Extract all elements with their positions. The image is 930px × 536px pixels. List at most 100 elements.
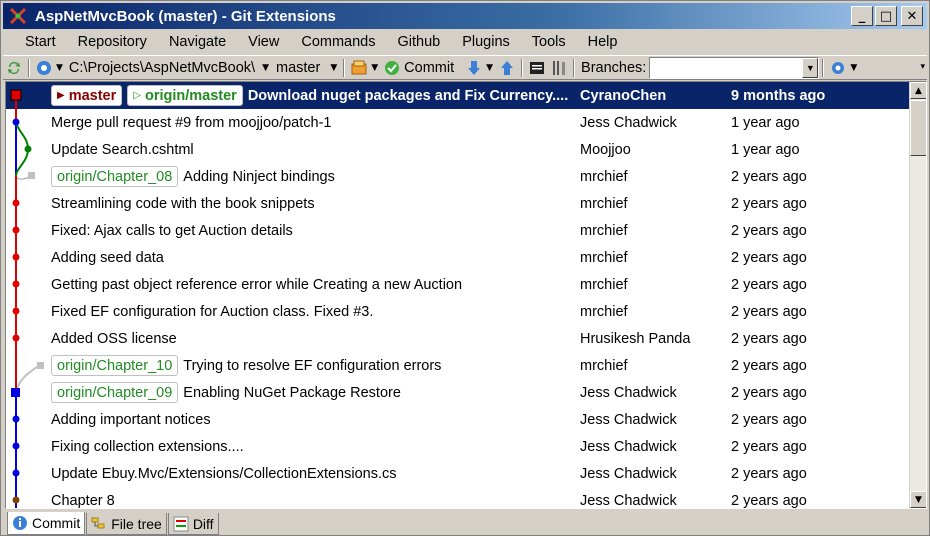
commit-author: mrchief bbox=[580, 222, 628, 239]
push-arrow-up-icon bbox=[501, 60, 514, 75]
menu-commands[interactable]: Commands bbox=[287, 34, 383, 50]
commit-row[interactable]: Getting past object reference error whil… bbox=[6, 271, 909, 298]
commit-date: 2 years ago bbox=[731, 492, 807, 509]
menu-view[interactable]: View bbox=[234, 34, 287, 50]
branch-ref-label[interactable]: ▷ origin/master bbox=[127, 85, 243, 106]
branch-ref-name: origin/Chapter_08 bbox=[57, 168, 173, 185]
commit-row[interactable]: Fixed: Ajax calls to get Auction details… bbox=[6, 217, 909, 244]
commit-date: 2 years ago bbox=[731, 411, 807, 428]
commit-row[interactable]: ▶ master ▷ origin/master Download nuget pack… bbox=[6, 82, 909, 109]
commit-date: 2 years ago bbox=[731, 195, 807, 212]
commit-row[interactable]: Chapter 8 Jess Chadwick 2 years ago bbox=[6, 487, 909, 509]
close-button[interactable]: ✕ bbox=[901, 6, 923, 26]
bottom-tabs: Commit File tree Diff bbox=[7, 512, 220, 535]
revision-grid[interactable]: ▶ master ▷ origin/master Download nuget pack… bbox=[5, 81, 927, 509]
refresh-button[interactable] bbox=[3, 57, 25, 79]
commit-message: Adding important notices bbox=[51, 411, 211, 428]
commit-message: Trying to resolve EF configuration error… bbox=[183, 357, 442, 374]
commit-message-cell: Fixed EF configuration for Auction class… bbox=[51, 298, 373, 325]
menu-github[interactable]: Github bbox=[383, 34, 448, 50]
info-icon bbox=[12, 515, 32, 531]
commit-row[interactable]: Merge pull request #9 from moojjoo/patch… bbox=[6, 109, 909, 136]
tab-commit[interactable]: Commit bbox=[7, 512, 86, 535]
vertical-scrollbar[interactable]: ▲ ▼ bbox=[909, 82, 926, 508]
commit-message: Added OSS license bbox=[51, 330, 177, 347]
repository-path[interactable]: C:\Projects\AspNetMvcBook\ bbox=[66, 57, 258, 79]
settings-tools-button[interactable] bbox=[548, 57, 570, 79]
commit-message-cell: Getting past object reference error whil… bbox=[51, 271, 462, 298]
commit-message-cell: Added OSS license bbox=[51, 325, 177, 352]
commit-message: Download nuget packages and Fix Currency… bbox=[247, 87, 569, 104]
commit-message-cell: Merge pull request #9 from moojjoo/patch… bbox=[51, 109, 331, 136]
branch-ref-name: master bbox=[68, 87, 117, 104]
commit-author: Hrusikesh Panda bbox=[580, 330, 691, 347]
commit-author: Jess Chadwick bbox=[580, 438, 677, 455]
branch-ref-label[interactable]: origin/Chapter_10 bbox=[51, 355, 179, 376]
commit-row[interactable]: Fixed EF configuration for Auction class… bbox=[6, 298, 909, 325]
commit-message-cell: Streamlining code with the book snippets bbox=[51, 190, 315, 217]
menu-help[interactable]: Help bbox=[574, 34, 626, 50]
title-bar[interactable]: AspNetMvcBook (master) - Git Extensions … bbox=[3, 3, 927, 29]
commit-date: 2 years ago bbox=[731, 357, 807, 374]
menu-tools[interactable]: Tools bbox=[518, 34, 574, 50]
menu-navigate[interactable]: Navigate bbox=[155, 34, 234, 50]
branch-selector[interactable]: master ▼ bbox=[269, 57, 340, 79]
branch-ref-name: origin/Chapter_10 bbox=[57, 357, 173, 374]
maximize-button[interactable]: □ bbox=[875, 6, 897, 26]
commit-row[interactable]: Adding important notices Jess Chadwick 2 y… bbox=[6, 406, 909, 433]
commit-row[interactable]: origin/Chapter_09 Enabling NuGet Package … bbox=[6, 379, 909, 406]
file-tree-icon bbox=[91, 516, 111, 532]
push-button[interactable] bbox=[496, 57, 518, 79]
commit-date: 2 years ago bbox=[731, 249, 807, 266]
tab-file-tree[interactable]: File tree bbox=[86, 513, 167, 535]
commit-row[interactable]: Fixing collection extensions.... Jess Cha… bbox=[6, 433, 909, 460]
pull-button[interactable]: ▼ bbox=[463, 57, 496, 79]
commit-message: Fixing collection extensions.... bbox=[51, 438, 244, 455]
minimize-button[interactable]: _ bbox=[851, 6, 873, 26]
dashboard-icon bbox=[37, 60, 51, 75]
menu-start[interactable]: Start bbox=[3, 34, 64, 50]
commit-row[interactable]: Streamlining code with the book snippets… bbox=[6, 190, 909, 217]
branches-filter-input[interactable]: ▼ bbox=[649, 56, 820, 79]
commit-date: 2 years ago bbox=[731, 168, 807, 185]
commit-row[interactable]: origin/Chapter_10 Trying to resolve EF co… bbox=[6, 352, 909, 379]
commit-author: Jess Chadwick bbox=[580, 465, 677, 482]
commit-button[interactable]: Commit bbox=[381, 57, 457, 79]
commit-label: Commit bbox=[404, 59, 455, 76]
menu-repository[interactable]: Repository bbox=[64, 34, 155, 50]
revision-filter-settings[interactable]: ▼ bbox=[827, 57, 860, 79]
branch-ref-label[interactable]: origin/Chapter_09 bbox=[51, 382, 179, 403]
scroll-down-button[interactable]: ▼ bbox=[910, 491, 926, 508]
path-dropdown-icon[interactable]: ▼ bbox=[262, 63, 269, 73]
commit-row[interactable]: Adding seed data mrchief 2 years ago bbox=[6, 244, 909, 271]
commit-message: Chapter 8 bbox=[51, 492, 115, 509]
commit-date: 2 years ago bbox=[731, 330, 807, 347]
repository-dropdown[interactable]: ▼ bbox=[33, 57, 66, 79]
scroll-thumb[interactable] bbox=[910, 100, 926, 156]
commit-row[interactable]: Added OSS license Hrusikesh Panda 2 years … bbox=[6, 325, 909, 352]
menu-plugins[interactable]: Plugins bbox=[448, 34, 518, 50]
commit-author: Jess Chadwick bbox=[580, 384, 677, 401]
tab-label: Commit bbox=[32, 515, 81, 531]
gear-icon bbox=[832, 61, 845, 74]
stash-button[interactable]: ▼ bbox=[348, 57, 381, 79]
tab-diff[interactable]: Diff bbox=[167, 513, 219, 535]
bash-button[interactable] bbox=[526, 57, 548, 79]
commit-row[interactable]: Update Ebuy.Mvc/Extensions/CollectionExt… bbox=[6, 460, 909, 487]
commit-row[interactable]: Update Search.cshtml Moojjoo 1 year ago bbox=[6, 136, 909, 163]
commit-author: Jess Chadwick bbox=[580, 492, 677, 509]
commit-date: 2 years ago bbox=[731, 303, 807, 320]
branch-ref-name: origin/master bbox=[144, 87, 237, 104]
commit-message: Fixed: Ajax calls to get Auction details bbox=[51, 222, 293, 239]
chevron-down-icon[interactable]: ▼ bbox=[802, 57, 819, 78]
branch-ref-label[interactable]: ▶ master bbox=[51, 85, 123, 106]
commit-author: Jess Chadwick bbox=[580, 114, 677, 131]
chevron-down-icon: ▼ bbox=[330, 62, 338, 73]
toolbar-overflow-icon[interactable]: ▾ bbox=[920, 62, 925, 72]
diff-icon bbox=[173, 516, 193, 532]
scroll-up-button[interactable]: ▲ bbox=[910, 82, 926, 99]
commit-row[interactable]: origin/Chapter_08 Adding Ninject bindings… bbox=[6, 163, 909, 190]
branch-head-icon: ▶ bbox=[57, 90, 65, 101]
branch-ref-label[interactable]: origin/Chapter_08 bbox=[51, 166, 179, 187]
commit-author: mrchief bbox=[580, 357, 628, 374]
